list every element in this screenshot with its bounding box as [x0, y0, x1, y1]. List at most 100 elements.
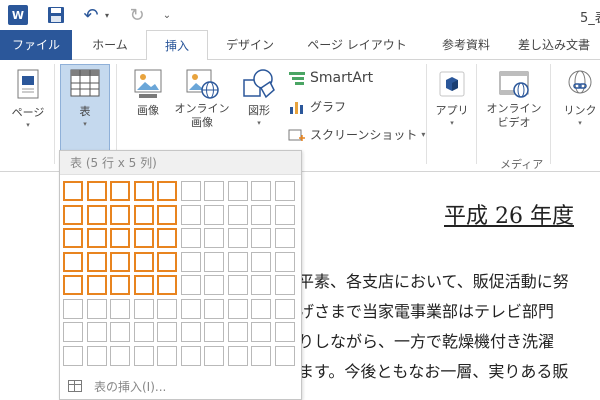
table-grid-cell[interactable]	[110, 322, 130, 342]
table-grid-cell[interactable]	[134, 322, 154, 342]
table-grid-cell[interactable]	[251, 205, 271, 225]
tab-insert[interactable]: 挿入	[146, 30, 208, 61]
word-app-icon[interactable]: W	[8, 5, 28, 25]
table-grid-cell[interactable]	[157, 346, 177, 366]
table-grid-cell[interactable]	[251, 228, 271, 248]
table-grid-cell[interactable]	[181, 228, 201, 248]
table-grid-cell[interactable]	[134, 299, 154, 319]
table-grid-cell[interactable]	[110, 346, 130, 366]
table-grid-cell[interactable]	[275, 275, 295, 295]
tab-file[interactable]: ファイル	[0, 30, 72, 60]
table-grid-cell[interactable]	[228, 252, 248, 272]
table-grid-cell-selected[interactable]	[87, 275, 107, 295]
smartart-button[interactable]: SmartArt	[288, 70, 373, 86]
tab-mailings[interactable]: 差し込み文書	[518, 30, 600, 60]
table-grid-cell-selected[interactable]	[134, 228, 154, 248]
table-grid-cell-selected[interactable]	[87, 181, 107, 201]
table-grid-cell[interactable]	[157, 299, 177, 319]
table-grid-cell[interactable]	[134, 346, 154, 366]
table-grid-cell[interactable]	[63, 346, 83, 366]
table-grid-cell[interactable]	[204, 299, 224, 319]
table-grid-cell-selected[interactable]	[157, 228, 177, 248]
tab-design[interactable]: デザイン	[218, 30, 282, 60]
table-grid-cell[interactable]	[228, 322, 248, 342]
table-grid-cell[interactable]	[157, 322, 177, 342]
table-grid-cell[interactable]	[251, 252, 271, 272]
table-grid-cell-selected[interactable]	[157, 252, 177, 272]
table-grid-cell[interactable]	[275, 228, 295, 248]
undo-dropdown-icon[interactable]: ▾	[102, 4, 112, 26]
table-grid-cell[interactable]	[228, 228, 248, 248]
table-grid-cell-selected[interactable]	[63, 275, 83, 295]
table-grid-cell[interactable]	[110, 299, 130, 319]
table-grid-cell[interactable]	[204, 252, 224, 272]
online-video-button[interactable]: オンライン ビデオ	[484, 68, 544, 130]
pages-button[interactable]: ページ ▾	[8, 68, 48, 129]
table-grid-cell[interactable]	[204, 275, 224, 295]
redo-icon[interactable]: ↻	[128, 4, 146, 26]
table-grid-cell[interactable]	[87, 346, 107, 366]
screenshot-button[interactable]: スクリーンショット ▾	[288, 126, 425, 143]
table-grid-cell[interactable]	[251, 346, 271, 366]
table-grid-cell-selected[interactable]	[134, 252, 154, 272]
table-grid-cell[interactable]	[87, 322, 107, 342]
table-grid-cell[interactable]	[204, 228, 224, 248]
shape-button[interactable]: 図形 ▾	[234, 68, 284, 127]
table-grid-cell[interactable]	[181, 205, 201, 225]
tab-home[interactable]: ホーム	[80, 30, 140, 60]
table-grid-cell[interactable]	[228, 181, 248, 201]
table-grid-cell[interactable]	[228, 346, 248, 366]
table-grid-cell[interactable]	[87, 299, 107, 319]
table-grid-cell-selected[interactable]	[110, 275, 130, 295]
customize-quick-access-icon[interactable]: ⌄	[162, 4, 172, 26]
undo-icon[interactable]: ↶	[82, 4, 100, 26]
save-icon[interactable]	[46, 4, 66, 26]
table-grid-cell-selected[interactable]	[63, 228, 83, 248]
table-grid-cell[interactable]	[275, 181, 295, 201]
table-grid-cell[interactable]	[181, 346, 201, 366]
table-grid-cell-selected[interactable]	[63, 252, 83, 272]
table-grid-cell[interactable]	[181, 275, 201, 295]
table-grid-cell[interactable]	[181, 299, 201, 319]
table-grid-cell[interactable]	[63, 322, 83, 342]
table-grid-cell-selected[interactable]	[110, 181, 130, 201]
table-grid-cell[interactable]	[251, 299, 271, 319]
table-grid-cell-selected[interactable]	[157, 205, 177, 225]
table-grid-cell[interactable]	[228, 299, 248, 319]
table-grid-cell-selected[interactable]	[63, 181, 83, 201]
table-grid-cell[interactable]	[251, 181, 271, 201]
graph-button[interactable]: グラフ	[288, 98, 346, 115]
table-grid-cell[interactable]	[204, 205, 224, 225]
online-image-button[interactable]: オンライン 画像	[174, 68, 230, 130]
tab-page-layout[interactable]: ページ レイアウト	[298, 30, 416, 60]
tab-references[interactable]: 参考資料	[430, 30, 502, 60]
table-grid-cell[interactable]	[275, 205, 295, 225]
table-grid-cell-selected[interactable]	[110, 205, 130, 225]
table-grid-cell[interactable]	[275, 346, 295, 366]
table-grid-cell[interactable]	[181, 322, 201, 342]
table-grid-cell[interactable]	[204, 181, 224, 201]
table-grid-cell-selected[interactable]	[110, 252, 130, 272]
table-grid-cell[interactable]	[204, 346, 224, 366]
table-grid-cell-selected[interactable]	[157, 181, 177, 201]
link-button[interactable]: リンク ▾	[560, 68, 600, 127]
table-grid-cell-selected[interactable]	[134, 275, 154, 295]
insert-table-menu-item[interactable]: 表の挿入(I)...	[60, 373, 301, 399]
table-grid-cell[interactable]	[181, 181, 201, 201]
table-grid-cell[interactable]	[275, 322, 295, 342]
table-grid-cell-selected[interactable]	[134, 205, 154, 225]
table-grid-cell-selected[interactable]	[87, 205, 107, 225]
table-grid-cell[interactable]	[181, 252, 201, 272]
table-grid-cell-selected[interactable]	[157, 275, 177, 295]
table-grid-cell[interactable]	[63, 299, 83, 319]
table-grid-cell[interactable]	[275, 299, 295, 319]
image-button[interactable]: 画像	[124, 68, 172, 118]
table-grid-cell-selected[interactable]	[63, 205, 83, 225]
table-grid-cell-selected[interactable]	[110, 228, 130, 248]
table-grid-cell[interactable]	[204, 322, 224, 342]
table-button[interactable]: 表 ▾	[60, 64, 110, 152]
table-grid-cell-selected[interactable]	[134, 181, 154, 201]
table-grid-cell-selected[interactable]	[87, 252, 107, 272]
table-grid-cell-selected[interactable]	[87, 228, 107, 248]
table-grid-cell[interactable]	[251, 275, 271, 295]
